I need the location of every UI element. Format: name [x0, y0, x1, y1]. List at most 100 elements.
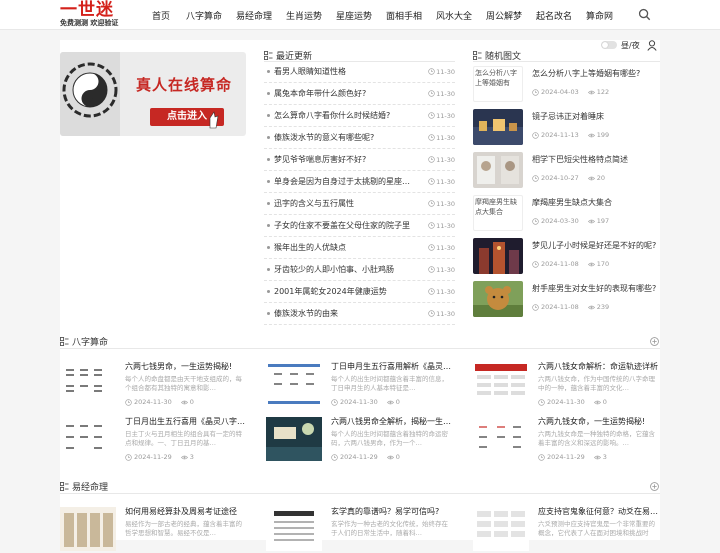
article-thumbnail[interactable]: [266, 507, 322, 551]
random-item-thumbnail[interactable]: [473, 152, 523, 188]
article-thumbnail[interactable]: [266, 417, 322, 461]
article-thumbnail[interactable]: [473, 417, 529, 461]
clock-icon: [532, 217, 539, 225]
nav-shengxiao[interactable]: 生肖运势: [286, 0, 322, 30]
article-card[interactable]: 六两八钱男命全解析，揭秘一生… 每个人的出生时间都蕴含着独特的命运密码，六两八钱…: [266, 417, 453, 463]
nav-bazi[interactable]: 八字算命: [186, 0, 222, 30]
site-logo[interactable]: 一世迷 免费测测 欢迎验证: [60, 2, 126, 28]
article-summary: 六两八钱女命，作为中国传统的八字命理中的一种，蕴含着丰富的文化…: [538, 375, 655, 392]
random-item-title[interactable]: 怎么分析八字上等婚姻有哪些?: [532, 68, 660, 79]
random-item[interactable]: 射手座男生对女生好的表现有哪些? 2024-11-08 239: [473, 281, 660, 319]
news-item-date: 11-30: [428, 222, 455, 230]
article-title[interactable]: 丁日月出生五行喜用《晶灵八字…: [125, 417, 247, 427]
random-item-title[interactable]: 摩羯座男生缺点大集合: [532, 197, 660, 208]
clock-icon: [428, 266, 435, 273]
more-plus-icon[interactable]: [650, 482, 659, 491]
article-title[interactable]: 玄学真的靠谱吗？易学可信吗?: [331, 507, 453, 517]
nav-fengshui[interactable]: 风水大全: [436, 0, 472, 30]
random-item-title[interactable]: 相学下巴短尖性格特点简述: [532, 154, 660, 165]
nav-home[interactable]: 首页: [152, 0, 170, 30]
article-title[interactable]: 六两七钱男命，一生运势揭秘!: [125, 362, 247, 372]
news-item[interactable]: 迅字的含义与五行属性 11-30: [264, 193, 455, 215]
clock-icon: [428, 156, 435, 163]
nav-suanming[interactable]: 算命网: [586, 0, 613, 30]
random-item[interactable]: 怎么分析八字上等婚姻有 怎么分析八字上等婚姻有哪些? 2024-04-03 122: [473, 66, 660, 104]
news-item[interactable]: 猴年出生的人优缺点 11-30: [264, 237, 455, 259]
article-title[interactable]: 丁日申月生五行喜用解析《晶灵…: [331, 362, 453, 372]
news-item-title[interactable]: 属兔本命年带什么颜色好?: [274, 88, 425, 99]
article-thumbnail[interactable]: [266, 362, 322, 406]
article-card[interactable]: 应支持官鬼象征何意？动爻在易… 六爻预测中应支持官鬼是一个非常重要的概念，它代表…: [473, 507, 660, 553]
bazi-heading-label: 八字算命: [72, 337, 109, 348]
day-night-toggle[interactable]: [601, 41, 617, 49]
news-item[interactable]: 傣族泼水节的意义有哪些呢? 11-30: [264, 127, 455, 149]
article-thumbnail[interactable]: [473, 507, 529, 551]
news-item-title[interactable]: 怎么算命八字看你什么时候结婚?: [274, 110, 425, 121]
eye-icon: [180, 400, 188, 404]
news-item[interactable]: 2001年属蛇女2024年健康运势 11-30: [264, 281, 455, 303]
random-item[interactable]: 镜子忌讳正对着睡床 2024-11-13 199: [473, 109, 660, 147]
article-title[interactable]: 如何用易经算卦及周易考证途径: [125, 507, 247, 517]
news-item[interactable]: 属兔本命年带什么颜色好? 11-30: [264, 83, 455, 105]
news-item[interactable]: 怎么算命八字看你什么时候结婚? 11-30: [264, 105, 455, 127]
random-item[interactable]: 梦见儿子小时候是好还是不好的呢? 2024-11-08 170: [473, 238, 660, 276]
news-item[interactable]: 单身会是因为自身过于太挑剔的星座… 11-30: [264, 171, 455, 193]
news-item-title[interactable]: 2001年属蛇女2024年健康运势: [274, 286, 425, 297]
news-item[interactable]: 牙齿较少的人即小怕事、小肚鸡肠 11-30: [264, 259, 455, 281]
nav-yijing[interactable]: 易经命理: [236, 0, 272, 30]
random-item[interactable]: 摩羯座男生缺点大集合 摩羯座男生缺点大集合 2024-03-30 197: [473, 195, 660, 233]
nav-xingzuo[interactable]: 星座运势: [336, 0, 372, 30]
article-thumbnail[interactable]: [60, 417, 116, 461]
article-card[interactable]: 六两七钱男命，一生运势揭秘! 每个人的命盘都是由天干地支组成的，每个组合都有其独…: [60, 362, 247, 408]
article-thumbnail[interactable]: [60, 507, 116, 551]
article-thumbnail[interactable]: [473, 362, 529, 406]
article-title[interactable]: 六两八钱男命全解析，揭秘一生…: [331, 417, 453, 427]
banner-enter-button[interactable]: 点击进入: [150, 110, 224, 124]
article-card[interactable]: 六两八钱女命解析：命运轨迹详析 六两八钱女命，作为中国传统的八字命理中的一种，蕴…: [473, 362, 660, 408]
random-item-title[interactable]: 镜子忌讳正对着睡床: [532, 111, 660, 122]
news-item-title[interactable]: 看男人眼睛知道性格: [274, 66, 425, 77]
search-icon[interactable]: [638, 8, 651, 21]
random-item-title[interactable]: 梦见儿子小时候是好还是不好的呢?: [532, 240, 660, 251]
more-plus-icon[interactable]: [650, 337, 659, 346]
nav-qiming[interactable]: 起名改名: [536, 0, 572, 30]
random-item-thumbnail[interactable]: [473, 109, 523, 145]
news-item-date: 11-30: [428, 310, 455, 318]
random-item-thumbnail[interactable]: [473, 238, 523, 274]
news-item[interactable]: 傣族泼水节的由来 11-30: [264, 303, 455, 325]
article-summary: 每个人的出生时间都蕴含着丰富的信息，丁日申月生的人基本特征是…: [331, 375, 448, 392]
article-card[interactable]: 玄学真的靠谱吗？易学可信吗? 玄学作为一种古老的文化传统，始终存在于人们的日常生…: [266, 507, 453, 553]
article-title[interactable]: 六两八钱女命解析：命运轨迹详析: [538, 362, 660, 372]
article-card[interactable]: 丁日申月生五行喜用解析《晶灵… 每个人的出生时间都蕴含着丰富的信息，丁日申月生的…: [266, 362, 453, 408]
random-item[interactable]: 相学下巴短尖性格特点简述 2024-10-27 20: [473, 152, 660, 190]
article-meta: 2024-11-30 0: [125, 398, 194, 406]
random-item-thumbnail[interactable]: 摩羯座男生缺点大集合: [473, 195, 523, 231]
news-item[interactable]: 子女的住家不要盖在父母住家的院子里 11-30: [264, 215, 455, 237]
news-item[interactable]: 梦见爷爷喘息厉害好不好? 11-30: [264, 149, 455, 171]
random-item-thumbnail[interactable]: 怎么分析八字上等婚姻有: [473, 66, 523, 102]
article-meta: 2024-11-29 0: [331, 453, 400, 461]
news-item-title[interactable]: 单身会是因为自身过于太挑剔的星座…: [274, 176, 425, 187]
user-icon[interactable]: [647, 40, 657, 51]
news-item-date: 11-30: [428, 90, 455, 98]
article-card[interactable]: 六两九钱女命，一生运势揭秘! 六两九钱女命是一种独特的命格，它蕴含着丰富的含义和…: [473, 417, 660, 463]
live-fortune-banner[interactable]: 真人在线算命 点击进入: [60, 52, 246, 136]
article-title[interactable]: 六两九钱女命，一生运势揭秘!: [538, 417, 660, 427]
news-item-title[interactable]: 猴年出生的人优缺点: [274, 242, 425, 253]
news-item-title[interactable]: 傣族泼水节的由来: [274, 308, 425, 319]
news-item-title[interactable]: 牙齿较少的人即小怕事、小肚鸡肠: [274, 264, 425, 275]
article-card[interactable]: 丁日月出生五行喜用《晶灵八字… 日主丁火与丑月相生的组合具有一定的特点和规律。一…: [60, 417, 247, 463]
random-item-title[interactable]: 射手座男生对女生好的表现有哪些?: [532, 283, 660, 294]
article-title[interactable]: 应支持官鬼象征何意？动爻在易…: [538, 507, 660, 517]
article-card[interactable]: 如何用易经算卦及周易考证途径 易经作为一部古老的经典，蕴含着丰富的哲学思想和智慧…: [60, 507, 247, 553]
news-item-title[interactable]: 梦见爷爷喘息厉害好不好?: [274, 154, 425, 165]
news-item[interactable]: 看男人眼睛知道性格 11-30: [264, 61, 455, 83]
random-item-thumbnail[interactable]: [473, 281, 523, 317]
nav-mianxiang[interactable]: 面相手相: [386, 0, 422, 30]
nav-jiemeng[interactable]: 周公解梦: [486, 0, 522, 30]
news-item-title[interactable]: 傣族泼水节的意义有哪些呢?: [274, 132, 425, 143]
list-icon: [473, 50, 482, 60]
article-thumbnail[interactable]: [60, 362, 116, 406]
news-item-title[interactable]: 子女的住家不要盖在父母住家的院子里: [274, 220, 425, 231]
news-item-title[interactable]: 迅字的含义与五行属性: [274, 198, 425, 209]
